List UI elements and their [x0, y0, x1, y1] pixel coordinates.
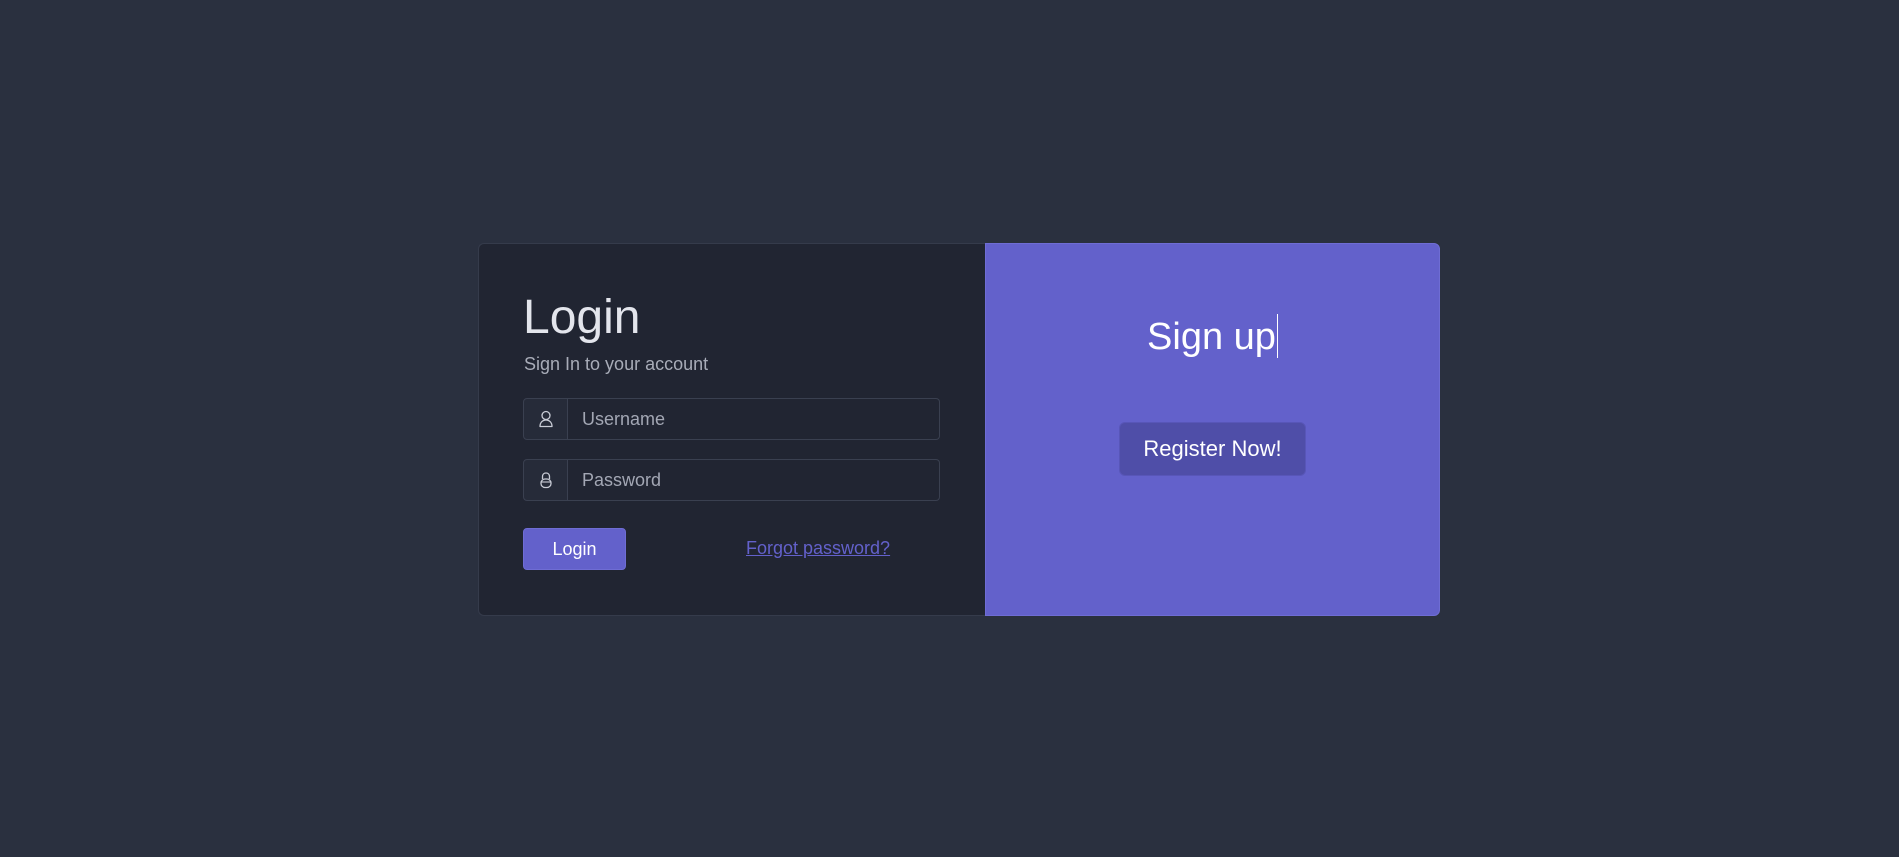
username-input-group	[523, 398, 940, 440]
password-input-group	[523, 459, 940, 501]
user-icon	[523, 398, 568, 440]
login-subtitle: Sign In to your account	[524, 354, 709, 374]
password-input[interactable]	[568, 459, 940, 501]
auth-card-group: Login Sign In to your account Login	[478, 243, 1440, 616]
login-button[interactable]: Login	[523, 528, 626, 570]
signup-card: Sign up Register Now!	[985, 243, 1440, 616]
signup-title: Sign up	[1147, 316, 1276, 358]
signup-heading: Sign up	[986, 314, 1439, 360]
register-now-button[interactable]: Register Now!	[1119, 422, 1306, 476]
lock-icon	[523, 459, 568, 501]
forgot-password-link[interactable]: Forgot password?	[746, 538, 890, 559]
login-title: Login	[523, 291, 641, 344]
text-caret	[1276, 314, 1278, 358]
login-card: Login Sign In to your account Login	[478, 243, 985, 616]
username-input[interactable]	[568, 398, 940, 440]
